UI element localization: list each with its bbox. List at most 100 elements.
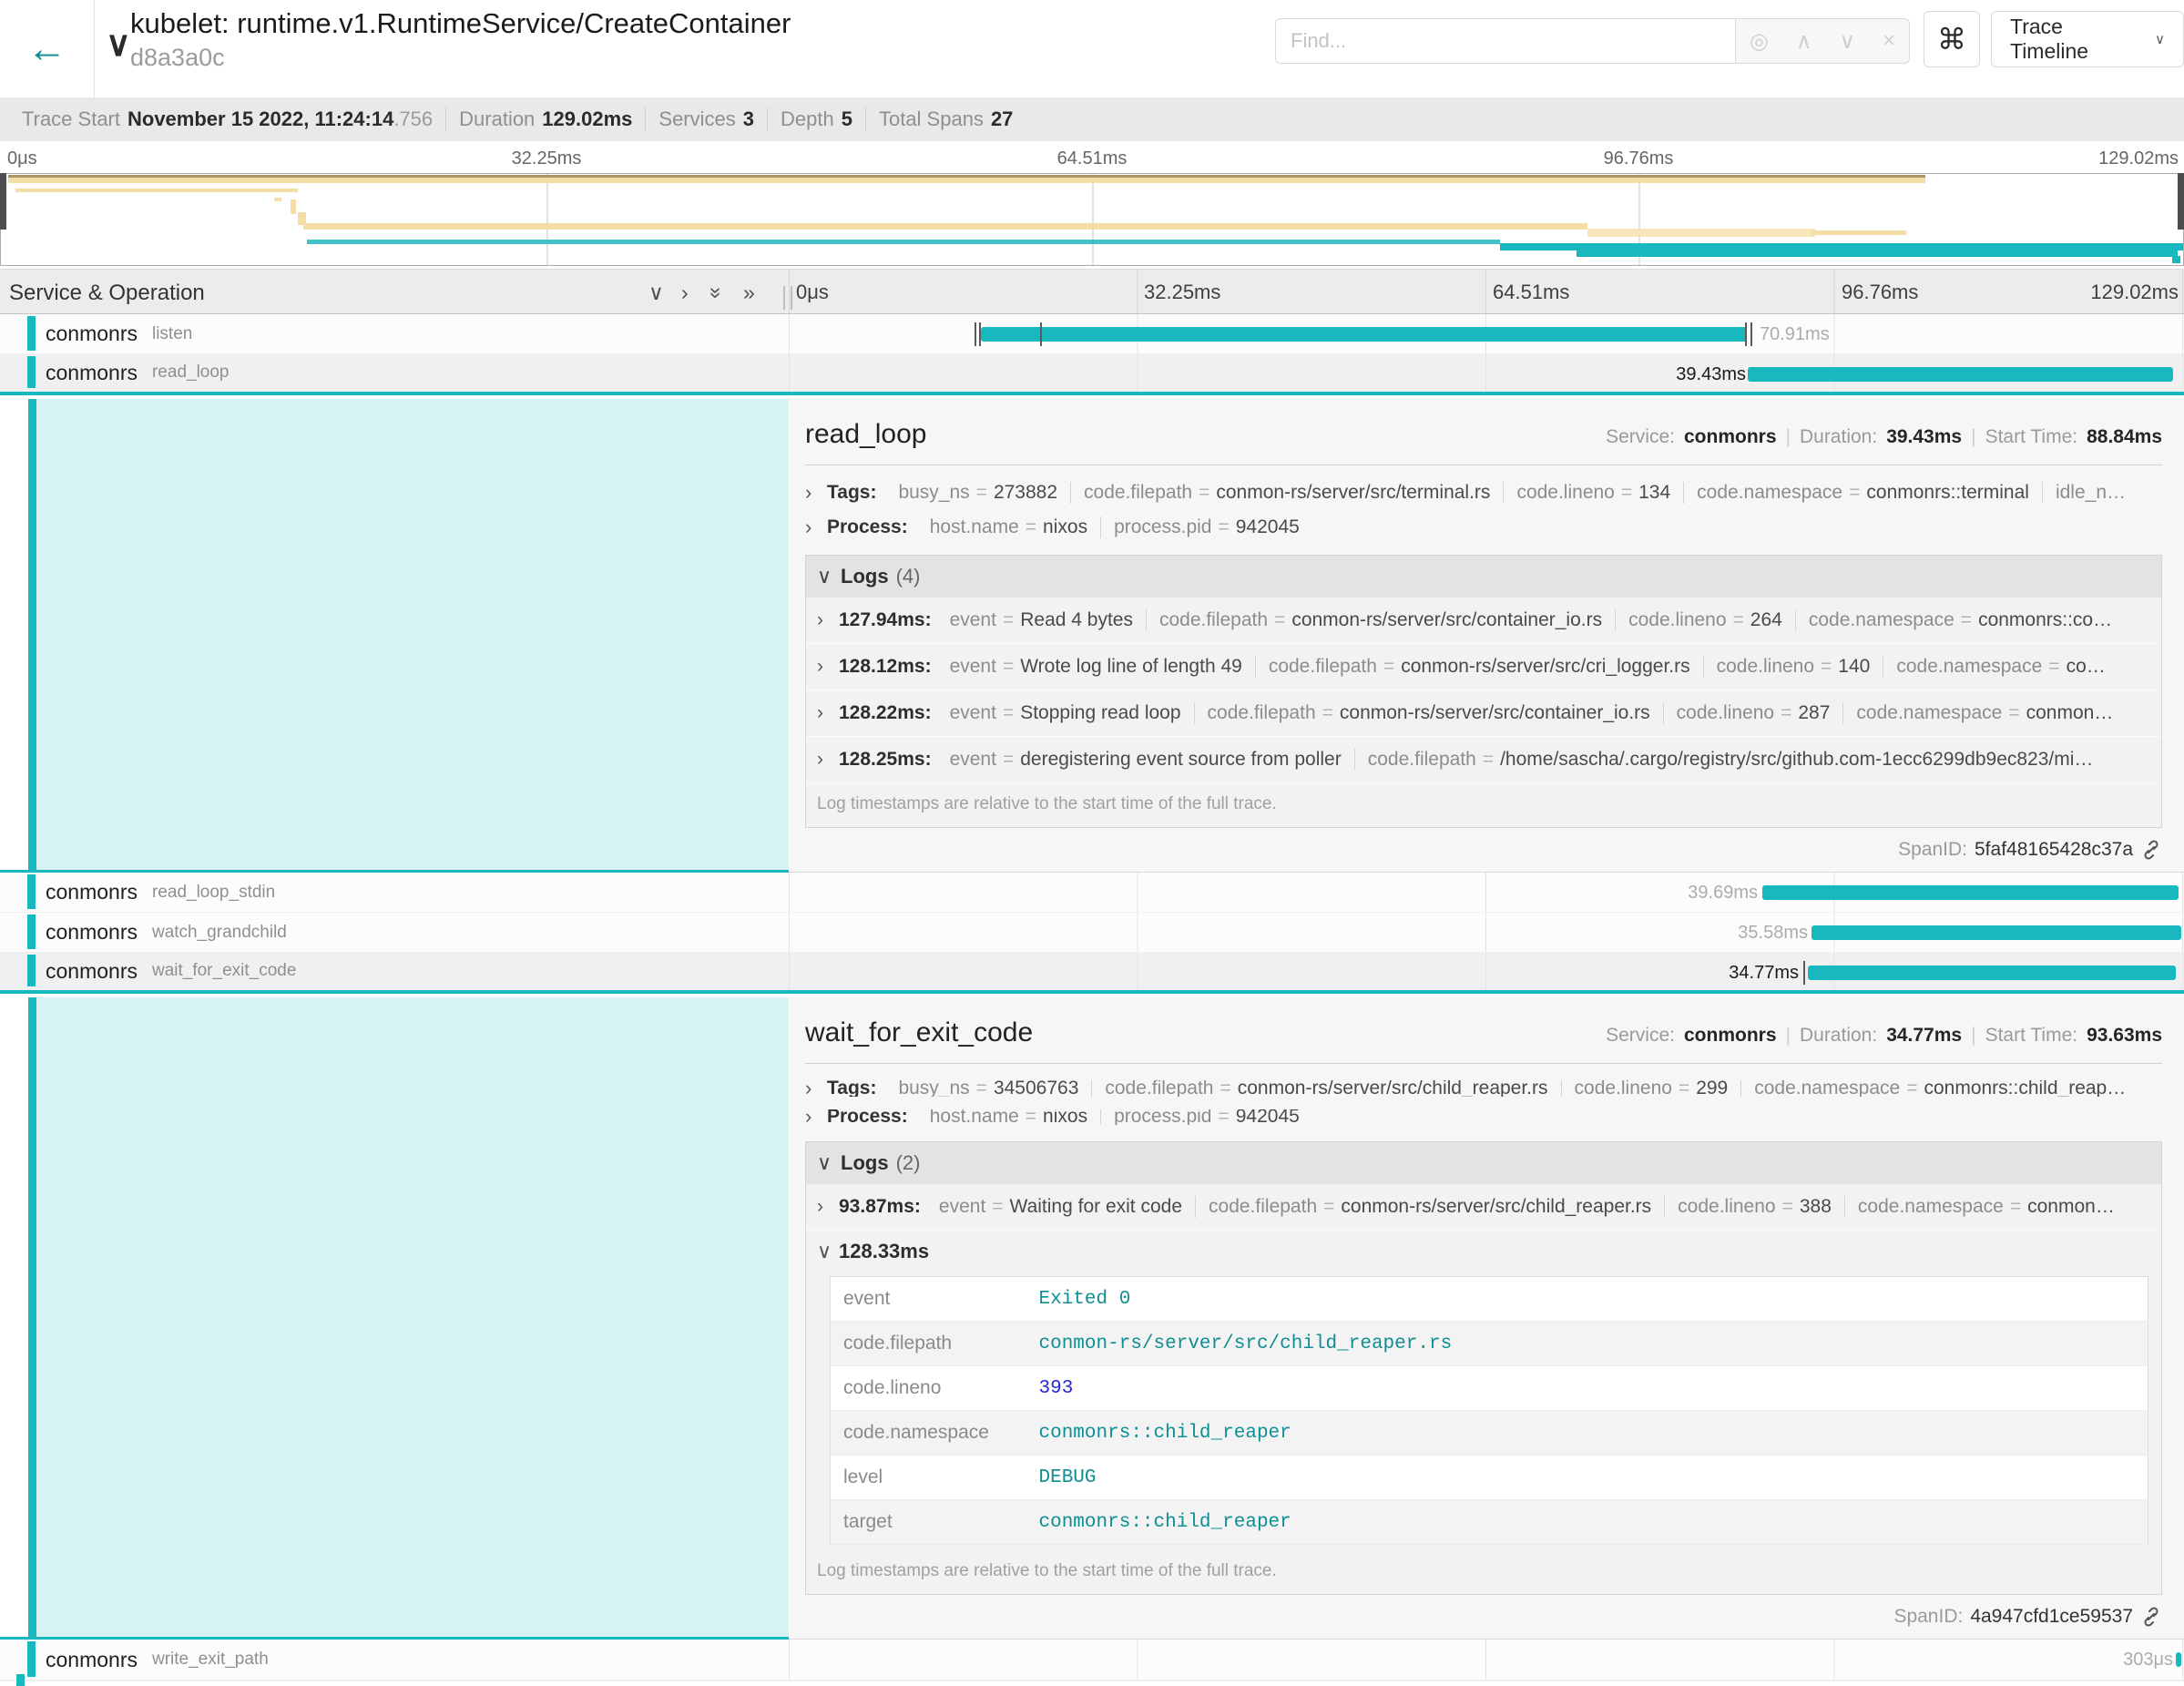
- table-row: targetconmonrs::child_reaper: [831, 1500, 2148, 1545]
- trace-services: Services 3: [646, 107, 768, 131]
- span-name-cell[interactable]: conmonrs read_loop_stdin: [0, 873, 789, 913]
- minimap-left-drag-handle[interactable]: [0, 173, 6, 230]
- chevron-right-icon[interactable]: ›: [805, 1080, 827, 1097]
- collapse-all-icon[interactable]: »: [704, 287, 729, 299]
- span-row-read-loop[interactable]: conmonrs read_loop 39.43ms: [0, 354, 2184, 395]
- span-row-wait-for-exit-code[interactable]: conmonrs wait_for_exit_code 34.77ms: [0, 953, 2184, 994]
- span-row-watch-grandchild[interactable]: conmonrs watch_grandchild 35.58ms: [0, 913, 2184, 953]
- process-row[interactable]: › Process: host.name=nixos process.pid=9…: [805, 516, 2162, 538]
- match-case-icon[interactable]: ◎: [1750, 28, 1769, 55]
- chevron-right-icon[interactable]: ›: [805, 516, 827, 538]
- span-timeline-cell[interactable]: 39.43ms: [789, 354, 2184, 392]
- span-timeline-cell[interactable]: 34.77ms: [789, 953, 2184, 990]
- log-note: Log timestamps are relative to the start…: [806, 783, 2161, 827]
- span-timeline-cell[interactable]: 303μs: [789, 1640, 2184, 1681]
- table-row: code.namespaceconmonrs::child_reaper: [831, 1411, 2148, 1456]
- trace-duration: Duration 129.02ms: [446, 107, 646, 131]
- find-toolbar: ◎ ∧ ∨ ×: [1735, 18, 1910, 64]
- table-row: eventExited 0: [831, 1277, 2148, 1322]
- keyboard-shortcuts-button[interactable]: ⌘: [1924, 11, 1980, 67]
- detail-left-fill: [36, 399, 789, 873]
- log-entry[interactable]: › 128.22ms: event=Stopping read loop cod…: [806, 690, 2161, 737]
- tags-row[interactable]: › Tags: busy_ns=273882 code.filepath=con…: [805, 482, 2162, 504]
- clear-find-icon[interactable]: ×: [1883, 28, 1895, 54]
- span-duration-label: 39.69ms: [1688, 883, 1758, 904]
- span-name-cell[interactable]: conmonrs listen: [0, 314, 789, 354]
- span-bar[interactable]: [2176, 1652, 2181, 1667]
- span-name-cell[interactable]: conmonrs read_loop: [0, 354, 789, 392]
- process-chip: process.pid=942045: [1101, 516, 1312, 538]
- chevron-right-icon[interactable]: ›: [817, 749, 839, 771]
- span-bar[interactable]: [1811, 925, 2181, 940]
- detail-meta: Service:conmonrs | Duration:39.43ms | St…: [1606, 426, 2162, 448]
- log-marker: [1745, 322, 1747, 346]
- expand-all-icon[interactable]: »: [743, 281, 755, 305]
- span-bar[interactable]: [1748, 367, 2173, 382]
- tag-chip: idle_n…: [2043, 482, 2138, 504]
- log-entry-expanded[interactable]: ∨ 128.33ms: [806, 1231, 2161, 1267]
- span-bar[interactable]: [1808, 966, 2176, 980]
- span-row-write-exit-path[interactable]: conmonrs write_exit_path 303μs: [0, 1640, 2184, 1681]
- trace-start: Trace Start November 15 2022, 11:24:14 .…: [9, 107, 446, 131]
- log-entry[interactable]: › 128.25ms: event=deregistering event so…: [806, 737, 2161, 783]
- span-bar[interactable]: [1762, 885, 2179, 900]
- chevron-right-icon[interactable]: ›: [805, 482, 827, 504]
- process-row[interactable]: › Process: host.name=nixos process.pid=9…: [805, 1109, 2162, 1126]
- span-timeline-cell[interactable]: 35.58ms: [789, 913, 2184, 953]
- logs-header[interactable]: ∨ Logs (4): [806, 556, 2161, 598]
- minimap-canvas[interactable]: [0, 173, 2184, 266]
- collapse-one-icon[interactable]: ∨: [648, 281, 664, 305]
- trace-minimap: 0μs 32.25ms 64.51ms 96.76ms 129.02ms: [0, 141, 2184, 269]
- logs-header[interactable]: ∨ Logs (2): [806, 1142, 2161, 1184]
- link-icon[interactable]: [2140, 1606, 2162, 1628]
- trace-view-selector[interactable]: Trace Timeline ∨: [1991, 11, 2184, 67]
- chevron-right-icon[interactable]: ›: [817, 1196, 839, 1218]
- trace-summary-bar: Trace Start November 15 2022, 11:24:14 .…: [0, 97, 2184, 141]
- span-id-value: 4a947cfd1ce59537: [1970, 1606, 2133, 1628]
- chevron-right-icon[interactable]: ›: [805, 1109, 827, 1126]
- prev-match-icon[interactable]: ∧: [1796, 28, 1812, 55]
- trace-title-collapse-icon[interactable]: ∨: [106, 24, 131, 65]
- logs-section: ∨ Logs (4) › 127.94ms: event=Read 4 byte…: [805, 555, 2162, 828]
- log-entry[interactable]: › 128.12ms: event=Wrote log line of leng…: [806, 644, 2161, 690]
- span-service: conmonrs: [46, 361, 138, 385]
- span-timeline-cell[interactable]: 39.69ms: [789, 873, 2184, 913]
- span-duration-label: 70.91ms: [1760, 324, 1830, 345]
- log-entry[interactable]: › 93.87ms: event=Waiting for exit code c…: [806, 1184, 2161, 1231]
- link-icon[interactable]: [2140, 839, 2162, 861]
- tag-chip: busy_ns=34506763: [885, 1080, 1092, 1097]
- span-detail-read-loop: read_loop Service:conmonrs | Duration:39…: [0, 399, 2184, 873]
- span-color-bar: [28, 997, 36, 1640]
- span-bar[interactable]: [981, 327, 1747, 342]
- next-match-icon[interactable]: ∨: [1839, 28, 1855, 55]
- back-arrow-icon: ←: [27, 26, 67, 72]
- tag-chip: code.filepath=conmon-rs/server/src/termi…: [1071, 482, 1504, 504]
- span-row-read-loop-stdin[interactable]: conmonrs read_loop_stdin 39.69ms: [0, 873, 2184, 913]
- span-id-row: SpanID: 5faf48165428c37a: [805, 828, 2162, 861]
- span-row-listen[interactable]: conmonrs listen 70.91ms: [0, 314, 2184, 354]
- span-name-cell[interactable]: conmonrs watch_grandchild: [0, 913, 789, 953]
- process-chip: host.name=nixos: [917, 516, 1101, 538]
- span-timeline-cell[interactable]: 70.91ms: [789, 314, 2184, 354]
- trace-id: d8a3a0c: [130, 44, 225, 72]
- table-row: code.lineno393: [831, 1366, 2148, 1411]
- chevron-right-icon[interactable]: ›: [817, 702, 839, 724]
- span-color-bar: [27, 955, 36, 986]
- find-input[interactable]: [1275, 18, 1735, 64]
- chevron-down-icon: ∨: [2155, 31, 2165, 47]
- back-button[interactable]: ←: [0, 0, 95, 97]
- chevron-right-icon[interactable]: ›: [817, 609, 839, 631]
- span-name-cell[interactable]: conmonrs write_exit_path: [0, 1640, 789, 1681]
- minimap-right-drag-handle[interactable]: [2178, 173, 2184, 230]
- log-entry[interactable]: › 127.94ms: event=Read 4 bytes code.file…: [806, 598, 2161, 644]
- tags-row[interactable]: › Tags: busy_ns=34506763 code.filepath=c…: [805, 1080, 2162, 1097]
- divider: [805, 1063, 2162, 1064]
- detail-title: read_loop: [805, 419, 926, 450]
- chevron-right-icon[interactable]: ›: [817, 656, 839, 678]
- logs-section: ∨ Logs (2) › 93.87ms: event=Waiting for …: [805, 1141, 2162, 1595]
- span-operation: write_exit_path: [152, 1650, 269, 1670]
- span-name-cell[interactable]: conmonrs wait_for_exit_code: [0, 953, 789, 990]
- expand-one-icon[interactable]: ›: [681, 281, 689, 305]
- span-operation: wait_for_exit_code: [152, 961, 296, 981]
- span-service: conmonrs: [46, 1648, 138, 1672]
